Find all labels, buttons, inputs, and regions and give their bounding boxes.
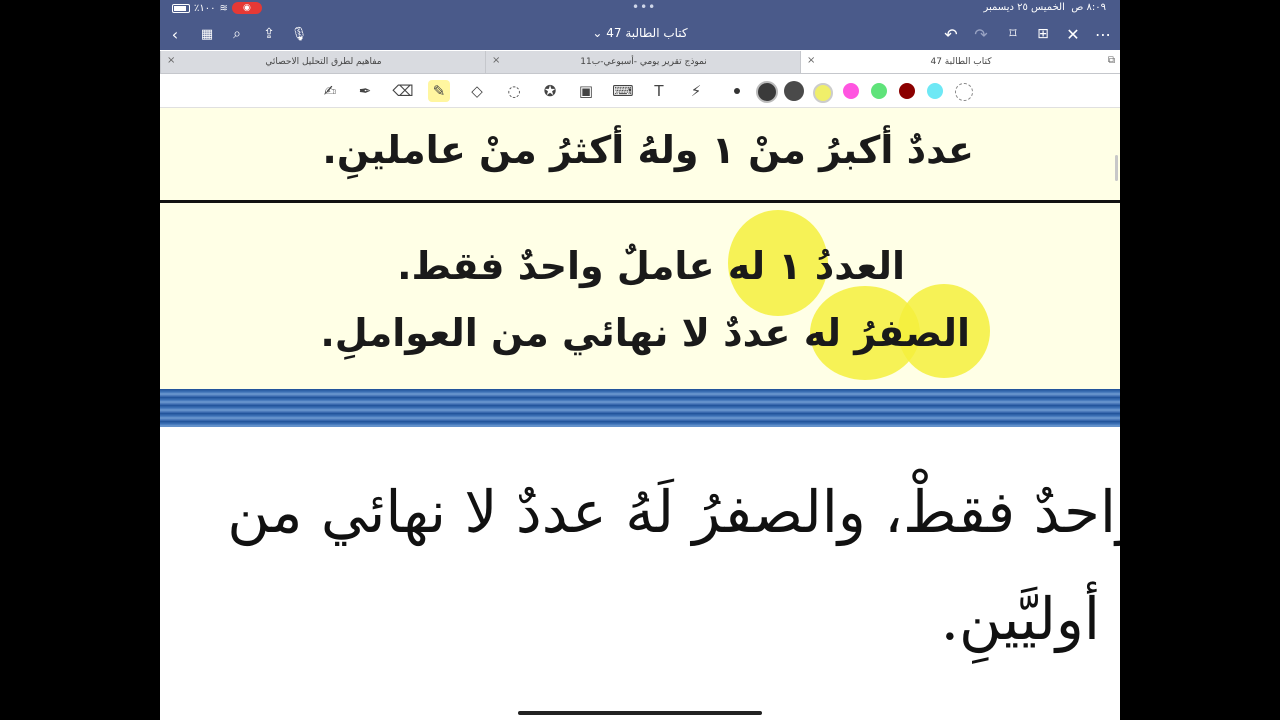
textbox-tool-icon[interactable]: T [648,80,670,102]
tab-student-book[interactable]: × كتاب الطالبة 47 ⧉ [800,51,1120,73]
annotation-toolbar: ✍ ✒ ⌫ ✎ ◇ ◌ ✪ ▣ ⌨ T ⚡ [160,74,1120,108]
color-yellow[interactable] [813,83,833,103]
status-date: الخميس ٢٥ ديسمبر [983,2,1065,13]
color-pink[interactable] [843,83,859,99]
tab-label: نموذج تقرير يومي -أسبوعي-ب11 [580,57,707,67]
battery-icon [172,3,190,13]
multitask-dots-icon[interactable]: ••• [632,0,656,14]
status-left: ٪١٠٠ ≋ ◉ [172,2,262,14]
color-green[interactable] [871,83,887,99]
undo-icon[interactable]: ↶ [940,24,962,44]
slide-footer-band [160,389,1120,427]
tab-bar: × مفاهيم لطرق التحليل الاحصائي × نموذج ت… [160,51,1120,74]
close-icon[interactable]: ✕ [1062,24,1084,44]
body-line-2: أوليَّينِ. [940,585,1100,653]
eraser-tool-icon[interactable]: ⌫ [392,80,414,102]
shapes-tool-icon[interactable]: ◇ [466,80,488,102]
stroke-size-large[interactable] [784,81,804,101]
title-chevron-icon: ⌄ [592,26,603,40]
elements-tool-icon[interactable]: ✪ [539,80,561,102]
redo-icon[interactable]: ↷ [970,24,992,44]
document-title-text: كتاب الطالبة 47 [606,26,688,40]
tab-label: كتاب الطالبة 47 [930,57,992,67]
body-line: واحدٌ فقطْ، والصفرُ لَهُ عددٌ لا نهائي م… [227,478,1120,546]
tab-statistics-concepts[interactable]: × مفاهيم لطرق التحليل الاحصائي [160,51,486,73]
highlighter-tool-icon[interactable]: ✎ [428,80,450,102]
laser-pointer-icon[interactable]: ⚡ [685,80,707,102]
bookmark-icon[interactable]: ⌑ [1002,24,1024,44]
wifi-icon: ≋ [219,2,228,14]
tab-label: مفاهيم لطرق التحليل الاحصائي [265,57,382,67]
navigation-bar: ٪١٠٠ ≋ ◉ ٨:٠٩ ص الخميس ٢٥ ديسمبر ••• ‹ ▦… [160,0,1120,50]
keyboard-tool-icon[interactable]: ⌨ [612,80,634,102]
fact-line-one: العددُ ١ له عاملٌ واحدٌ فقط. [397,244,905,288]
battery-level: ٪١٠٠ [194,2,216,14]
color-dark-red[interactable] [899,83,915,99]
tab-close-icon[interactable]: × [167,55,175,66]
lasso-tool-icon[interactable]: ◌ [503,80,525,102]
add-color-icon[interactable] [955,83,973,101]
color-cyan[interactable] [927,83,943,99]
more-icon[interactable]: ⋯ [1092,24,1114,44]
screen-recording-icon[interactable]: ◉ [231,2,262,14]
add-page-icon[interactable]: ⊞ [1032,24,1054,44]
status-right: ٨:٠٩ ص الخميس ٢٥ ديسمبر [983,2,1106,13]
home-indicator[interactable] [518,711,762,715]
text-page [160,427,1120,720]
stroke-size-medium[interactable] [756,81,778,103]
image-tool-icon[interactable]: ▣ [575,80,597,102]
read-mode-icon[interactable]: ✍ [319,80,341,102]
pen-tool-icon[interactable]: ✒ [354,80,376,102]
scrollbar-thumb[interactable] [1115,155,1118,181]
app-window: ٪١٠٠ ≋ ◉ ٨:٠٩ ص الخميس ٢٥ ديسمبر ••• ‹ ▦… [160,0,1120,720]
definition-line: عددٌ أكبرُ منْ ١ ولهُ أكثرُ منْ عاملينِ. [322,128,974,172]
tab-close-icon[interactable]: × [807,55,815,66]
tab-daily-report[interactable]: × نموذج تقرير يومي -أسبوعي-ب11 [485,51,801,73]
tab-close-icon[interactable]: × [492,55,500,66]
status-time: ٨:٠٩ ص [1071,2,1106,13]
tab-options-icon[interactable]: ⧉ [1108,55,1115,66]
divider-line [160,200,1120,203]
stroke-size-small[interactable] [734,88,740,94]
fact-line-zero: الصفرُ له عددٌ لا نهائي من العواملِ. [320,311,970,355]
